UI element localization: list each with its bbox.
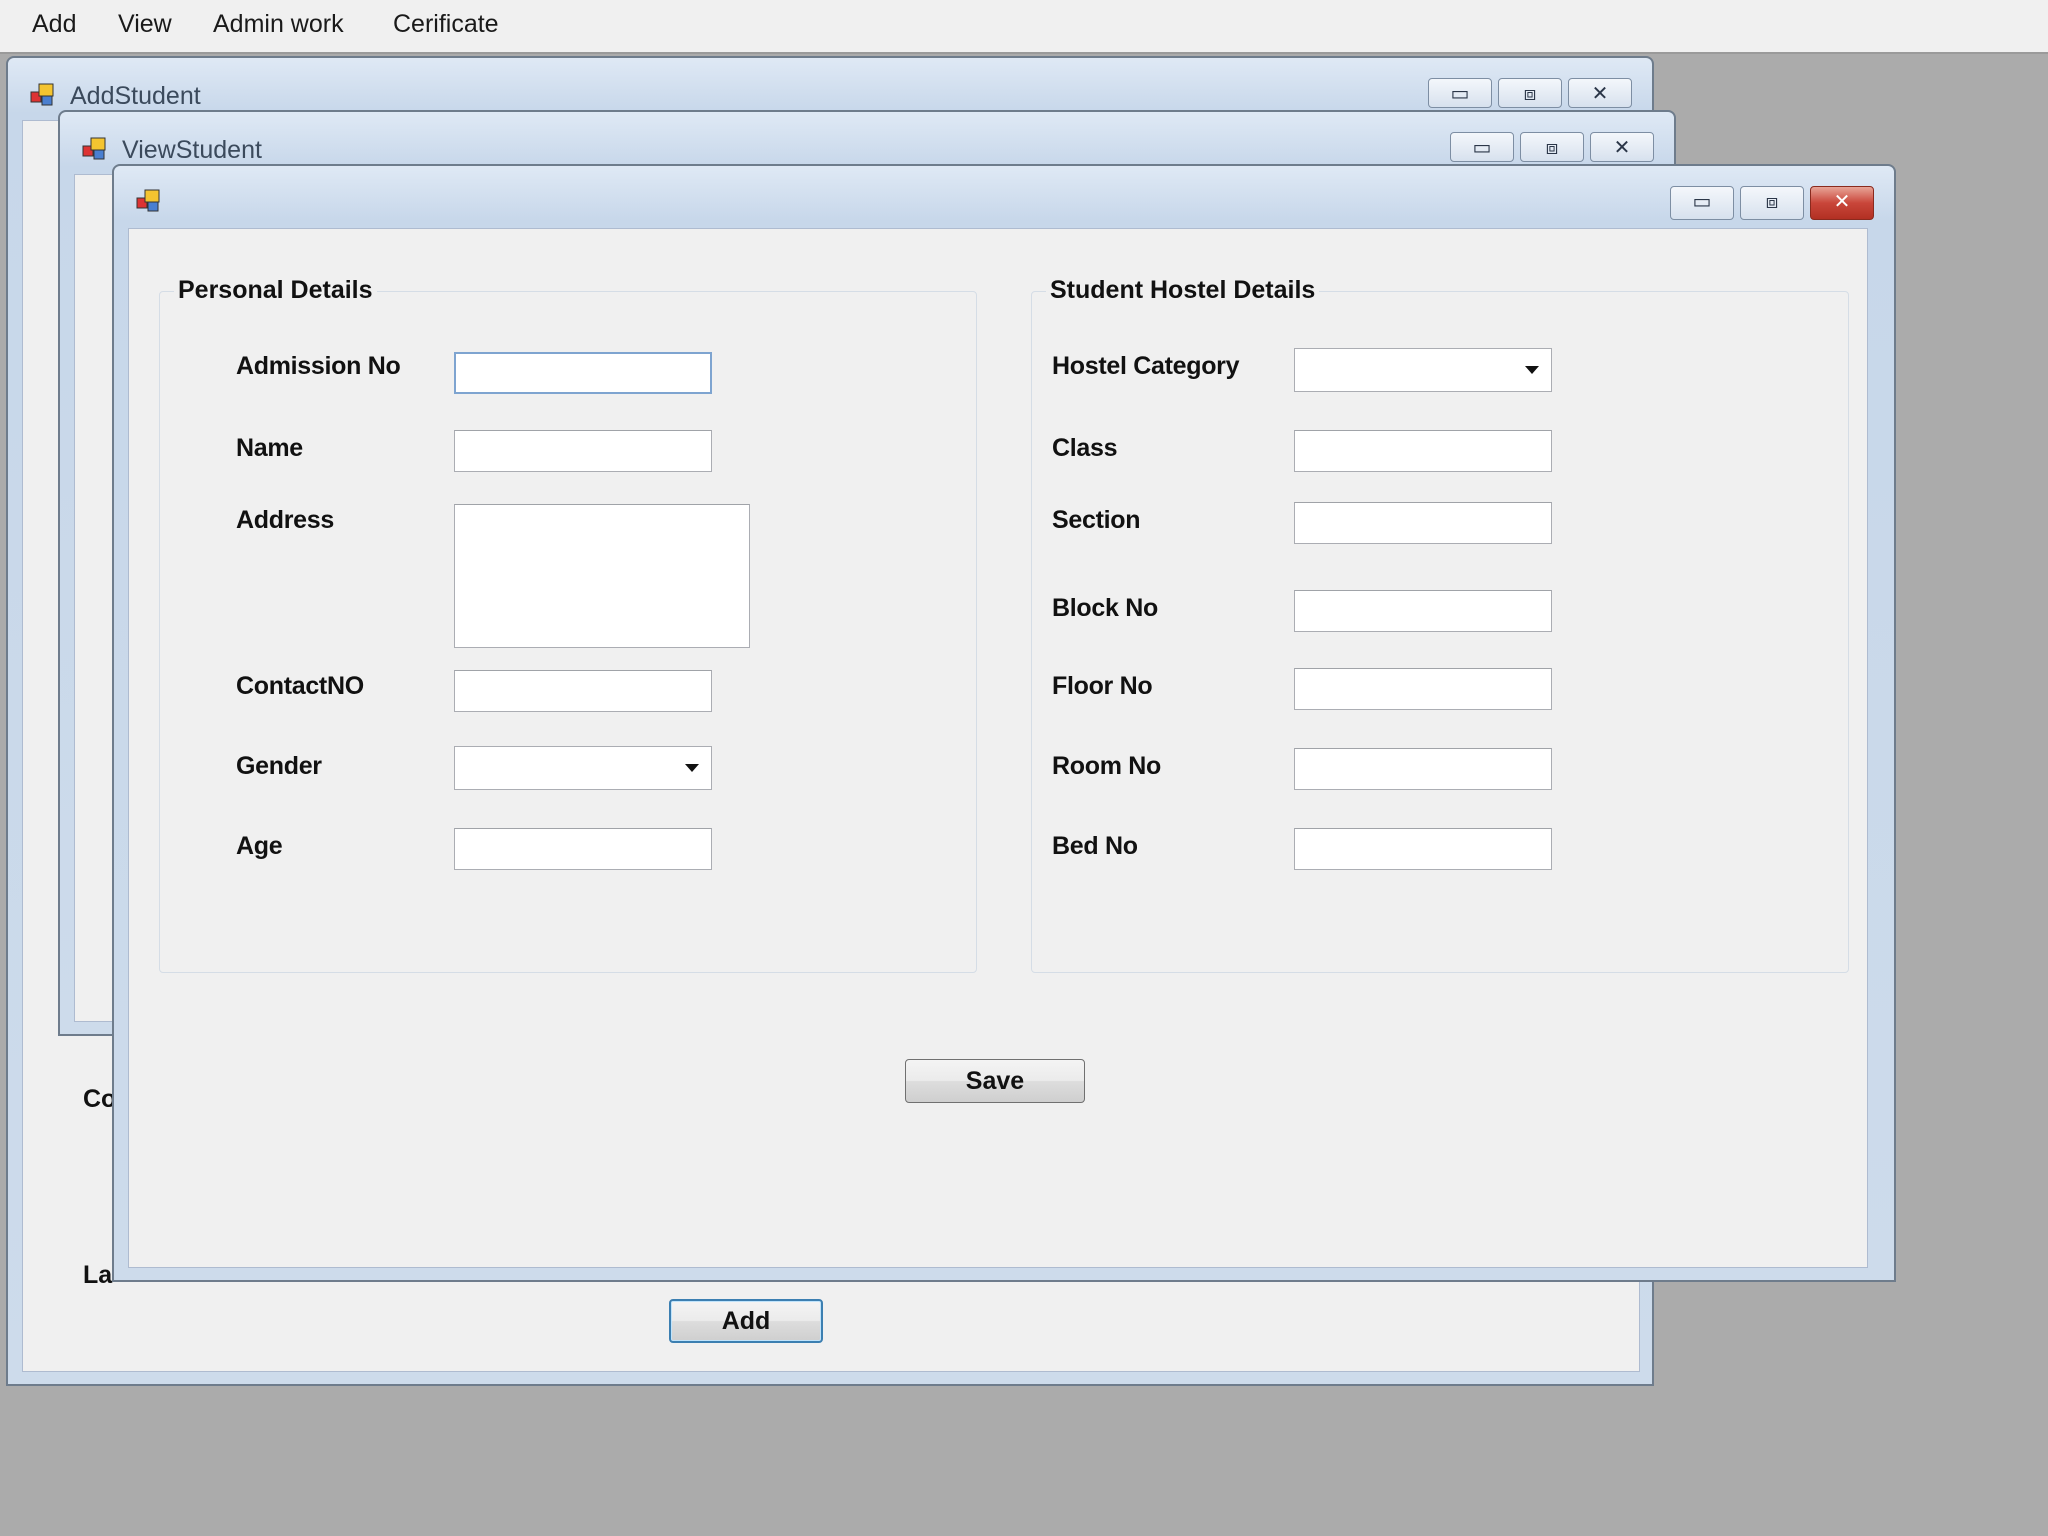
close-button[interactable]: ✕ — [1590, 132, 1654, 162]
maximize-button[interactable]: ⧈ — [1520, 132, 1584, 162]
personal-details-title: Personal Details — [174, 276, 377, 305]
close-button[interactable]: ✕ — [1568, 78, 1632, 108]
age-input[interactable] — [454, 828, 712, 870]
block-no-label: Block No — [1052, 594, 1158, 622]
bed-no-input[interactable] — [1294, 828, 1552, 870]
window-title: AddStudent — [70, 82, 201, 110]
age-label: Age — [236, 832, 283, 860]
maximize-icon: ⧈ — [1765, 189, 1779, 213]
class-input[interactable] — [1294, 430, 1552, 472]
section-input[interactable] — [1294, 502, 1552, 544]
maximize-icon: ⧈ — [1545, 135, 1559, 159]
close-icon: ✕ — [1613, 135, 1631, 159]
last-partial-label: La — [83, 1261, 113, 1289]
hostel-details-group: Student Hostel Details Hostel Category C… — [1031, 276, 1849, 973]
name-input[interactable] — [454, 430, 712, 472]
room-no-label: Room No — [1052, 752, 1161, 780]
menu-certificate[interactable]: Cerificate — [393, 10, 499, 39]
window-title: ViewStudent — [122, 136, 262, 164]
minimize-button[interactable]: ▭ — [1450, 132, 1514, 162]
minimize-icon: ▭ — [1472, 135, 1492, 159]
gender-label: Gender — [236, 752, 322, 780]
hostel-details-title: Student Hostel Details — [1046, 276, 1320, 305]
add-student-titlebar[interactable]: AddStudent ▭ ⧈ ✕ — [8, 58, 1652, 110]
close-icon: ✕ — [1591, 81, 1609, 105]
class-label: Class — [1052, 434, 1118, 462]
add-button[interactable]: Add — [669, 1299, 823, 1343]
app-icon — [82, 137, 106, 160]
block-no-input[interactable] — [1294, 590, 1552, 632]
contact-label: ContactNO — [236, 672, 364, 700]
menu-bar: Add View Admin work Cerificate — [0, 0, 2048, 54]
personal-details-group: Personal Details Admission No Name Addre… — [159, 276, 977, 973]
minimize-icon: ▭ — [1450, 81, 1470, 105]
minimize-button[interactable]: ▭ — [1428, 78, 1492, 108]
minimize-icon: ▭ — [1692, 189, 1712, 213]
bed-no-label: Bed No — [1052, 832, 1138, 860]
student-form-titlebar[interactable]: ▭ ⧈ ✕ — [114, 166, 1894, 220]
gender-select[interactable] — [454, 746, 712, 790]
maximize-icon: ⧈ — [1523, 81, 1537, 105]
view-student-titlebar[interactable]: ViewStudent ▭ ⧈ ✕ — [60, 112, 1674, 164]
chevron-down-icon — [1525, 366, 1539, 374]
minimize-button[interactable]: ▭ — [1670, 186, 1734, 220]
chevron-down-icon — [685, 764, 699, 772]
admission-no-label: Admission No — [236, 352, 401, 380]
name-label: Name — [236, 434, 303, 462]
hostel-category-select[interactable] — [1294, 348, 1552, 392]
close-icon: ✕ — [1833, 189, 1851, 213]
address-label: Address — [236, 506, 334, 534]
maximize-button[interactable]: ⧈ — [1740, 186, 1804, 220]
save-button[interactable]: Save — [905, 1059, 1085, 1103]
hostel-category-label: Hostel Category — [1052, 352, 1240, 380]
app-icon — [30, 83, 54, 106]
floor-no-input[interactable] — [1294, 668, 1552, 710]
student-form-client: Personal Details Admission No Name Addre… — [128, 228, 1868, 1268]
maximize-button[interactable]: ⧈ — [1498, 78, 1562, 108]
floor-no-label: Floor No — [1052, 672, 1153, 700]
room-no-input[interactable] — [1294, 748, 1552, 790]
menu-view[interactable]: View — [118, 10, 172, 39]
app-icon — [136, 189, 160, 212]
contact-input[interactable] — [454, 670, 712, 712]
menu-admin-work[interactable]: Admin work — [213, 10, 344, 39]
student-form-window: ▭ ⧈ ✕ Personal Details Admission No Name… — [112, 164, 1896, 1282]
section-label: Section — [1052, 506, 1141, 534]
menu-add[interactable]: Add — [32, 10, 76, 39]
admission-no-input[interactable] — [454, 352, 712, 394]
address-textarea[interactable] — [454, 504, 750, 648]
close-button[interactable]: ✕ — [1810, 186, 1874, 220]
